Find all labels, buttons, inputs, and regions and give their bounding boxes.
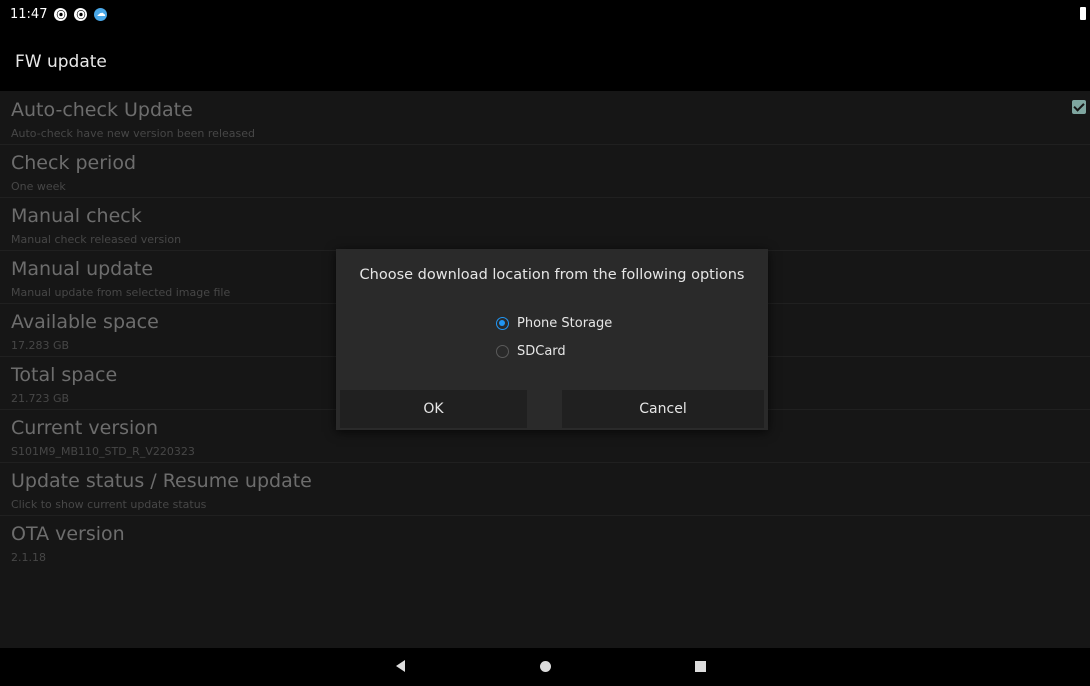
pref-title: Current version: [11, 417, 158, 439]
option-label: Phone Storage: [517, 316, 613, 331]
pref-title: Manual update: [11, 258, 154, 280]
pref-auto-check-update[interactable]: Auto-check Update Auto-check have new ve…: [0, 91, 1090, 145]
recents-icon[interactable]: [695, 661, 706, 672]
auto-check-checkbox[interactable]: [1072, 100, 1086, 114]
status-time: 11:47: [10, 6, 48, 22]
pref-title: OTA version: [11, 523, 125, 545]
back-icon[interactable]: [396, 660, 405, 672]
pref-summary: One week: [11, 180, 66, 193]
pref-ota-version[interactable]: OTA version 2.1.18: [0, 515, 1090, 568]
pref-check-period[interactable]: Check period One week: [0, 144, 1090, 198]
pref-summary: Manual check released version: [11, 233, 182, 246]
option-phone-storage[interactable]: Phone Storage: [496, 316, 612, 331]
pref-title: Auto-check Update: [11, 99, 193, 121]
pref-title: Update status / Resume update: [11, 470, 312, 492]
app-bar: FW update: [0, 28, 1090, 91]
pref-update-status[interactable]: Update status / Resume update Click to s…: [0, 462, 1090, 516]
pref-summary: S101M9_MB110_STD_R_V220323: [11, 445, 195, 458]
pref-summary: Auto-check have new version been release…: [11, 127, 255, 140]
weather-app-icon: ☁: [94, 7, 108, 21]
pref-summary: 21.723 GB: [11, 392, 70, 405]
app-notification-icon: ⦿: [54, 7, 68, 21]
pref-summary: 17.283 GB: [11, 339, 70, 352]
ok-button[interactable]: OK: [340, 390, 527, 428]
app-notification-icon: ⦿: [74, 7, 88, 21]
dialog-title: Choose download location from the follow…: [359, 267, 745, 283]
home-icon[interactable]: [540, 661, 551, 672]
pref-title: Manual check: [11, 205, 142, 227]
status-bar: 11:47 ⦿ ⦿ ☁: [0, 0, 1090, 28]
pref-summary: Manual update from selected image file: [11, 286, 231, 299]
pref-title: Check period: [11, 152, 137, 174]
pref-title: Total space: [11, 364, 118, 386]
option-sdcard[interactable]: SDCard: [496, 344, 566, 359]
option-label: SDCard: [517, 344, 566, 359]
radio-button[interactable]: [496, 345, 509, 358]
pref-summary: 2.1.18: [11, 551, 46, 564]
page-title: FW update: [15, 52, 107, 72]
battery-icon: [1080, 7, 1086, 20]
navigation-bar: [0, 648, 1090, 686]
download-location-dialog: Choose download location from the follow…: [336, 249, 768, 430]
cancel-button[interactable]: Cancel: [562, 390, 764, 428]
pref-title: Available space: [11, 311, 159, 333]
pref-summary: Click to show current update status: [11, 498, 207, 511]
pref-manual-check[interactable]: Manual check Manual check released versi…: [0, 197, 1090, 251]
radio-button-checked[interactable]: [496, 317, 509, 330]
